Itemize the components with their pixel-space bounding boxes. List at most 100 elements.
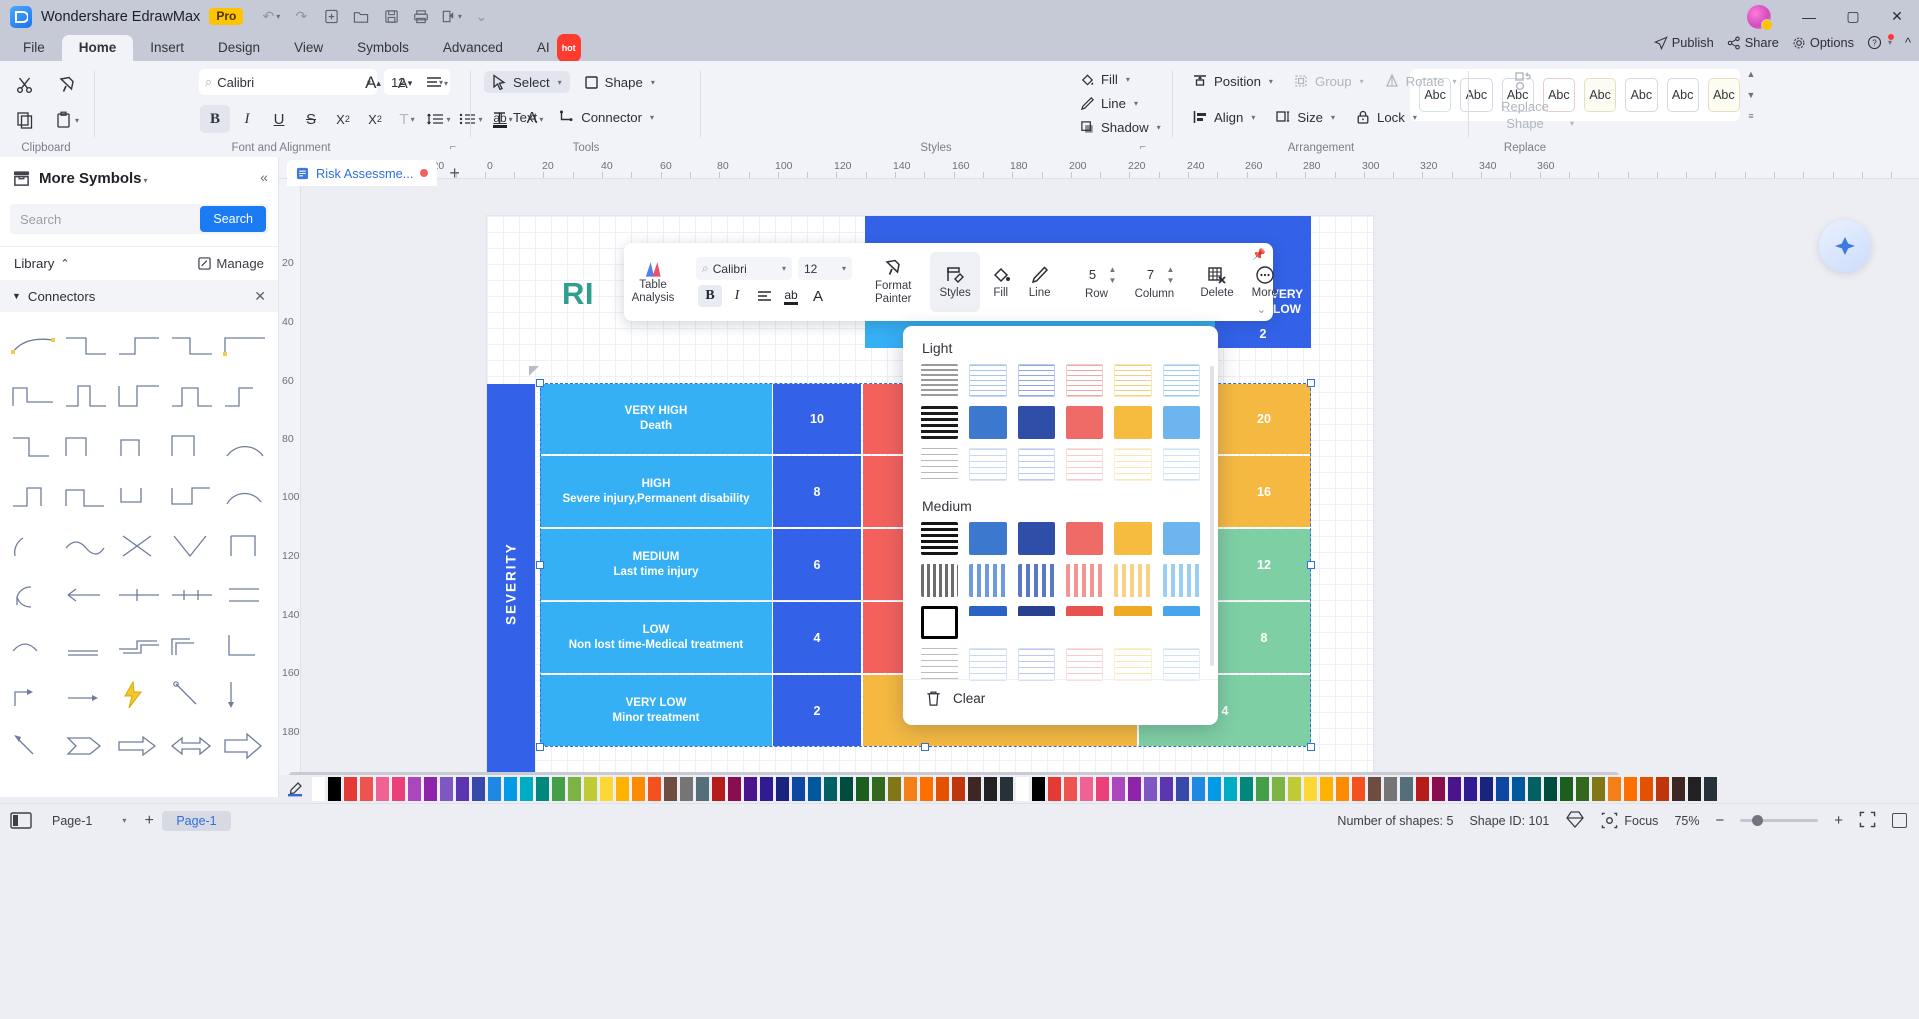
text-tool-button[interactable]: Text [484,107,545,128]
symbol-item[interactable] [112,470,165,520]
size-button[interactable]: Size ▾ [1267,106,1343,128]
palette-color-swatch[interactable] [424,777,437,801]
fill-button[interactable]: Fill ▾ [1072,69,1169,90]
document-tab[interactable]: Risk Assessme... [287,160,438,186]
matrix-score-cell[interactable]: 2 [773,675,861,746]
zoom-out-button[interactable]: − [1715,812,1724,829]
palette-color-swatch[interactable] [1224,777,1237,801]
palette-color-swatch[interactable] [1688,777,1701,801]
palette-color-swatch[interactable] [1080,777,1093,801]
symbol-item[interactable] [219,470,272,520]
resize-handle-ne[interactable] [1307,379,1315,387]
line-spacing-button[interactable]: ▾ [424,105,454,133]
style-swatch-item[interactable] [969,564,1007,597]
avatar[interactable] [1747,4,1773,31]
add-page-button[interactable]: + [136,812,162,830]
resize-handle-s[interactable] [921,743,929,751]
style-swatch-item[interactable] [969,448,1007,481]
styles-dialog-launcher[interactable]: ⌐ [1140,141,1146,153]
palette-color-swatch[interactable] [1016,777,1029,801]
open-icon[interactable] [347,5,375,29]
palette-color-swatch[interactable] [1416,777,1429,801]
palette-color-swatch[interactable] [1192,777,1205,801]
decrease-font-size-button[interactable]: A ▾ [390,69,420,97]
symbol-item[interactable] [59,720,112,770]
scroll-up-icon[interactable]: ▲ [1747,69,1756,79]
palette-color-swatch[interactable] [1432,777,1445,801]
symbol-item[interactable] [6,370,59,420]
style-swatch-item[interactable] [1114,406,1152,439]
symbol-item[interactable] [59,570,112,620]
close-button[interactable]: ✕ [1875,0,1919,33]
connector-tool-button[interactable]: Connector ▾ [551,107,662,128]
palette-color-swatch[interactable] [1256,777,1269,801]
symbol-item[interactable] [166,320,219,370]
table-analysis-button[interactable]: Table Analysis [624,243,682,321]
palette-color-swatch[interactable] [1336,777,1349,801]
publish-button[interactable]: Publish [1653,35,1714,50]
palette-color-swatch[interactable] [1576,777,1589,801]
zoom-in-button[interactable]: + [1834,812,1843,829]
style-swatch-item[interactable] [1114,564,1152,597]
style-swatch-item[interactable] [921,564,959,597]
symbol-item[interactable] [59,470,112,520]
fullscreen-icon[interactable] [1892,813,1907,828]
symbol-item[interactable] [166,470,219,520]
matrix-right-cell[interactable]: 8 [1217,602,1311,673]
context-italic-button[interactable]: I [725,285,749,307]
style-swatch-item[interactable] [1017,448,1055,481]
select-tool-button[interactable]: Select ▾ [484,71,570,93]
style-swatch-item[interactable] [1162,364,1200,397]
undo-icon[interactable]: ↶ ▾ [257,5,285,29]
close-icon[interactable]: ✕ [254,288,266,305]
font-dialog-launcher[interactable]: ⌐ [450,141,456,153]
ai-assistant-button[interactable] [1819,220,1871,272]
minimize-button[interactable]: — [1787,0,1831,33]
palette-color-swatch[interactable] [1288,777,1301,801]
options-button[interactable]: Options [1792,35,1854,50]
palette-color-swatch[interactable] [1000,777,1013,801]
palette-color-swatch[interactable] [1048,777,1061,801]
symbol-item[interactable] [166,520,219,570]
context-align-button[interactable] [752,285,776,307]
context-highlight-button[interactable]: ab [779,285,803,307]
style-swatch-item[interactable] [1114,648,1152,681]
matrix-row-cell[interactable]: LOW Non lost time-Medical treatment [540,602,772,673]
context-column-stepper[interactable]: 7 ▲ ▼ Column [1125,243,1183,321]
palette-color-swatch[interactable] [360,777,373,801]
style-swatch-item[interactable] [1065,648,1104,681]
symbol-item[interactable] [6,620,59,670]
category-connectors[interactable]: ▼ Connectors ✕ [0,280,278,312]
style-swatch-item[interactable] [1114,364,1152,397]
symbol-item[interactable] [219,420,272,470]
scroll-down-icon[interactable]: ▼ [1747,90,1756,100]
style-swatch-item[interactable] [1162,606,1200,639]
palette-color-swatch[interactable] [1480,777,1493,801]
palette-color-swatch[interactable] [984,777,997,801]
collapse-panel-icon[interactable]: « [260,169,268,185]
palette-color-swatch[interactable] [904,777,917,801]
palette-color-swatch[interactable] [824,777,837,801]
palette-color-swatch[interactable] [680,777,693,801]
palette-color-swatch[interactable] [632,777,645,801]
matrix-right-cell[interactable]: 16 [1217,456,1311,527]
style-swatch-item[interactable] [921,406,959,439]
palette-color-swatch[interactable] [392,777,405,801]
palette-color-swatch[interactable] [1032,777,1045,801]
palette-color-swatch[interactable] [856,777,869,801]
matrix-row-cell[interactable]: HIGH Severe injury,Permanent disability [540,456,772,527]
context-styles-button[interactable]: Styles [930,252,980,312]
shape-tool-button[interactable]: Shape ▾ [576,71,663,93]
symbol-item[interactable] [59,670,112,720]
palette-color-swatch[interactable] [568,777,581,801]
fit-page-icon[interactable] [1859,811,1876,831]
lock-button[interactable]: Lock ▾ [1347,106,1425,128]
theme-icon[interactable] [1565,810,1585,831]
symbol-item[interactable] [166,370,219,420]
palette-color-swatch[interactable] [1400,777,1413,801]
palette-color-swatch[interactable] [344,777,357,801]
style-swatch-item[interactable] [969,522,1007,555]
style-swatch-item[interactable] [1017,522,1055,555]
resize-handle-e[interactable] [1307,561,1315,569]
style-swatch-item[interactable] [1162,648,1200,681]
